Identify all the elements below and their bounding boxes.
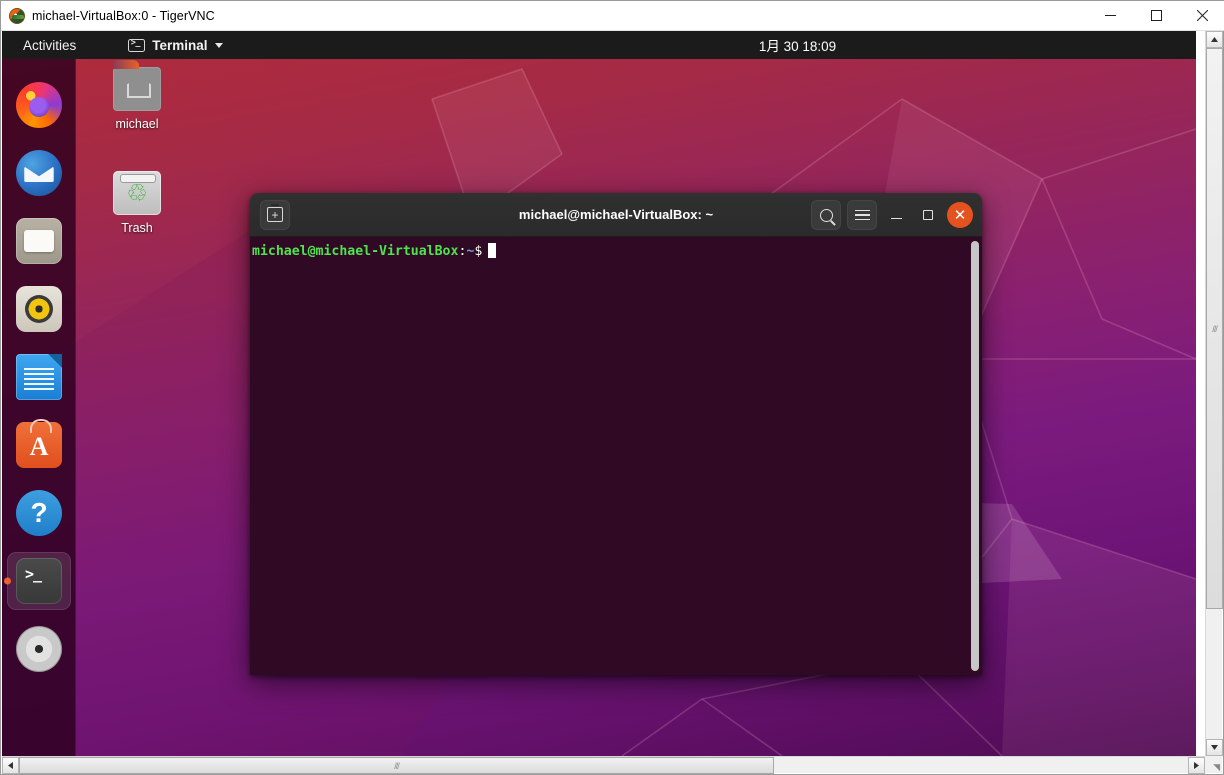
dock-item-install-ubuntu[interactable] [2, 615, 76, 683]
tigervnc-icon [9, 7, 25, 24]
desktop-icon-trash[interactable]: Trash [92, 171, 182, 235]
close-icon: ✕ [953, 206, 967, 224]
vnc-window-controls [1087, 1, 1224, 30]
terminal-maximize-button[interactable] [915, 202, 941, 228]
chevron-right-icon [1194, 762, 1199, 769]
files-icon [16, 218, 62, 264]
ubuntu-software-icon [16, 419, 62, 468]
terminal-minimize-button[interactable] [883, 202, 909, 228]
maximize-icon [1150, 10, 1162, 21]
running-indicator-dot [4, 577, 11, 585]
terminal-cursor [488, 243, 497, 258]
vnc-vertical-scroll-thumb[interactable]: /// [1206, 48, 1223, 609]
chevron-left-icon [8, 762, 13, 769]
close-icon [1196, 10, 1208, 21]
chevron-down-icon [1211, 745, 1218, 750]
terminal-content-area[interactable]: michael@michael-VirtualBox:~$ [250, 237, 982, 675]
terminal-scrollbar[interactable] [971, 241, 979, 671]
dock-item-firefox[interactable] [2, 71, 76, 139]
terminal-close-button[interactable]: ✕ [947, 202, 973, 228]
desktop-icon-label: Trash [121, 221, 153, 235]
home-folder-icon [113, 60, 161, 111]
remote-desktop-view[interactable]: Activities Terminal 1月 30 18:09 [2, 31, 1196, 756]
dock-item-rhythmbox[interactable] [2, 275, 76, 343]
scroll-down-button[interactable] [1206, 739, 1223, 756]
vnc-maximize-button[interactable] [1133, 1, 1179, 30]
chevron-up-icon [1211, 37, 1218, 42]
prompt-user-host: michael@michael-VirtualBox [252, 244, 459, 259]
dock-item-thunderbird[interactable] [2, 139, 76, 207]
activities-button[interactable]: Activities [15, 35, 84, 56]
tigervnc-viewer-window: michael-VirtualBox:0 - TigerVNC Activiti… [0, 0, 1224, 775]
chevron-down-icon [214, 42, 223, 48]
scroll-right-button[interactable] [1188, 757, 1205, 774]
app-menu-terminal[interactable]: Terminal [120, 35, 230, 56]
maximize-icon [923, 210, 933, 220]
firefox-icon [16, 82, 62, 128]
minimize-icon [1104, 15, 1116, 16]
libreoffice-writer-icon [16, 354, 62, 400]
vnc-close-button[interactable] [1179, 1, 1224, 30]
scroll-grip: /// [1212, 323, 1217, 334]
dock-item-files[interactable] [2, 207, 76, 275]
desktop-icon-label: michael [115, 117, 159, 131]
terminal-icon [16, 558, 62, 604]
vnc-titlebar[interactable]: michael-VirtualBox:0 - TigerVNC [1, 1, 1224, 31]
vnc-vertical-scrollbar[interactable]: /// [1205, 31, 1223, 756]
terminal-menu-button[interactable] [847, 200, 877, 230]
dock-item-libreoffice-writer[interactable] [2, 343, 76, 411]
scroll-up-button[interactable] [1206, 31, 1223, 48]
new-tab-icon [267, 204, 283, 222]
hamburger-menu-icon [854, 209, 870, 221]
dock-item-terminal[interactable] [2, 547, 76, 615]
disc-icon [16, 626, 62, 672]
scroll-left-button[interactable] [2, 757, 19, 774]
topbar-clock[interactable]: 1月 30 18:09 [698, 35, 898, 55]
rhythmbox-icon [16, 286, 62, 332]
scroll-grip: /// [394, 760, 399, 771]
help-icon [16, 490, 62, 536]
vnc-horizontal-scroll-thumb[interactable]: /// [19, 757, 774, 774]
app-menu-label: Terminal [152, 37, 208, 53]
vnc-minimize-button[interactable] [1087, 1, 1133, 30]
dock-item-help[interactable] [2, 479, 76, 547]
terminal-icon [128, 38, 146, 52]
search-icon [819, 208, 833, 222]
new-tab-button[interactable] [260, 199, 290, 230]
dock-item-ubuntu-software[interactable] [2, 411, 76, 479]
desktop-icon-home[interactable]: michael [92, 60, 182, 131]
gnome-top-bar: Activities Terminal 1月 30 18:09 [2, 31, 1196, 59]
minimize-icon [890, 217, 902, 220]
gnome-terminal-window[interactable]: michael@michael-VirtualBox: ~ [250, 193, 982, 675]
prompt-sigil: $ [474, 244, 483, 259]
thunderbird-icon [16, 150, 62, 196]
terminal-titlebar[interactable]: michael@michael-VirtualBox: ~ [250, 193, 982, 237]
terminal-output: michael@michael-VirtualBox:~$ [252, 243, 982, 260]
vnc-resize-grip[interactable] [1205, 756, 1222, 773]
vnc-window-title: michael-VirtualBox:0 - TigerVNC [32, 8, 215, 23]
trash-icon [113, 171, 161, 215]
ubuntu-dock [2, 59, 76, 756]
terminal-search-button[interactable] [811, 200, 841, 230]
vnc-horizontal-scrollbar[interactable]: /// [2, 756, 1205, 774]
